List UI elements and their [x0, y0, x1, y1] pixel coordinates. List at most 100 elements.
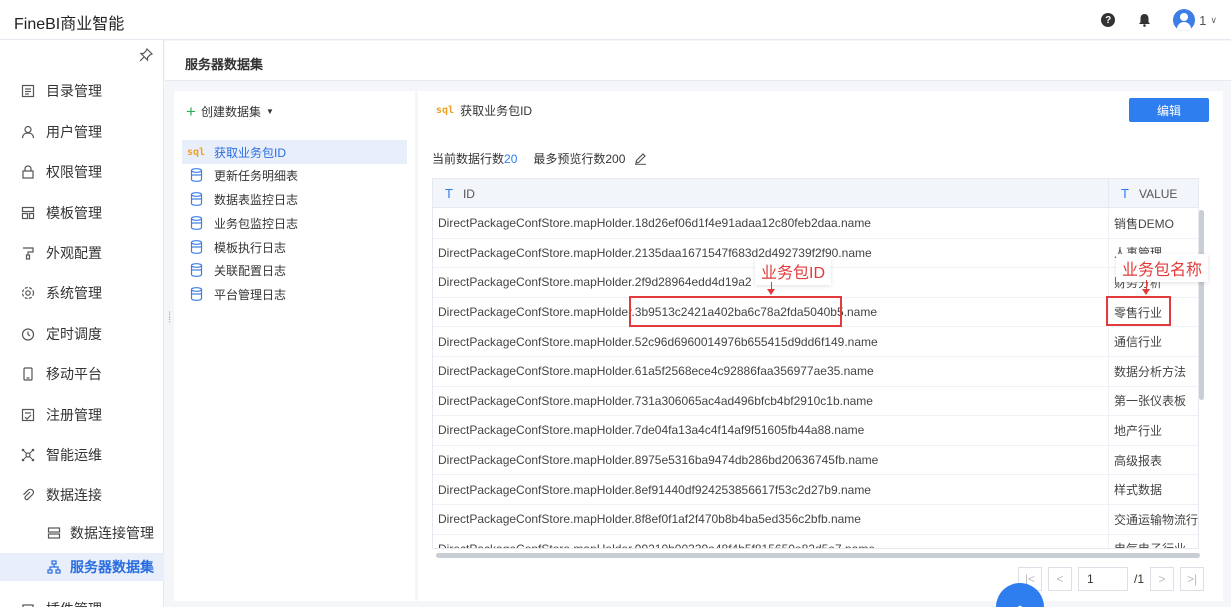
- cell-value: 通信行业: [1114, 335, 1163, 350]
- dataset-title-text: 获取业务包ID: [460, 104, 533, 118]
- create-dataset-button[interactable]: + 创建数据集 ▼: [186, 103, 274, 120]
- tree-item-label: 关联配置日志: [214, 263, 287, 278]
- create-dataset-label: 创建数据集: [200, 105, 261, 119]
- sidebar-item-server-dataset[interactable]: 服务器数据集: [0, 553, 164, 581]
- chevron-up-icon: ︿: [1011, 595, 1029, 607]
- tree-item[interactable]: 更新任务明细表: [182, 163, 407, 187]
- next-page-button[interactable]: >: [1150, 567, 1175, 591]
- preview-limit-label: 最多预览行数200: [533, 152, 626, 166]
- table-row: DirectPackageConfStore.mapHolder.8ef9144…: [433, 475, 1198, 505]
- sidebar-item-label: 数据连接管理: [70, 525, 154, 541]
- sidebar: 目录管理 用户管理 权限管理 模板管理 外观配置 系统管理 定时调度 移动平台 …: [0, 40, 164, 607]
- highlight-box-id: [629, 296, 842, 327]
- tree-item[interactable]: 模板执行日志: [182, 235, 407, 259]
- sidebar-item-register[interactable]: 注册管理: [0, 402, 164, 428]
- table-icon: [188, 263, 204, 277]
- table-row: DirectPackageConfStore.mapHolder.61a5f25…: [433, 356, 1198, 387]
- table-header: T ID T VALUE: [433, 179, 1198, 208]
- top-bar: FineBI商业智能 ? 1 ∨: [0, 0, 1231, 40]
- cell-id: DirectPackageConfStore.mapHolder.7de04fa…: [433, 416, 1109, 445]
- cell-id: DirectPackageConfStore.mapHolder.52c96d6…: [433, 327, 1109, 356]
- cell-value: 电气电子行业: [1109, 535, 1198, 548]
- appearance-icon: [20, 245, 36, 261]
- tree-item[interactable]: 平台管理日志: [182, 282, 407, 306]
- sidebar-item-mobile[interactable]: 移动平台: [0, 361, 164, 387]
- table-icon: [188, 216, 204, 230]
- pencil-icon[interactable]: [633, 152, 647, 166]
- sidebar-item-label: 系统管理: [46, 285, 102, 301]
- cell-id: DirectPackageConfStore.mapHolder.99210b0…: [433, 534, 1109, 548]
- text-type-icon: T: [445, 186, 453, 201]
- tree-item[interactable]: 业务包监控日志: [182, 211, 407, 235]
- tree-item-label: 平台管理日志: [214, 287, 287, 302]
- register-icon: [20, 407, 36, 423]
- column-header-label: VALUE: [1138, 186, 1178, 201]
- annotation-arrowhead-name: [1142, 289, 1150, 295]
- cell-id: DirectPackageConfStore.mapHolder.8f8ef0f…: [433, 504, 1109, 534]
- pagination: |< < /1 > >|: [1018, 567, 1205, 591]
- cell-value: 高级报表: [1114, 453, 1163, 468]
- gear-icon: [20, 285, 36, 301]
- column-header-label: ID: [462, 186, 475, 201]
- sidebar-item-users[interactable]: 用户管理: [0, 119, 164, 145]
- sql-icon: sql: [436, 105, 455, 116]
- sidebar-item-system[interactable]: 系统管理: [0, 280, 164, 306]
- table-row: DirectPackageConfStore.mapHolder.8f8ef0f…: [433, 504, 1198, 535]
- user-icon: [20, 124, 36, 140]
- prev-page-button[interactable]: <: [1048, 567, 1072, 591]
- sidebar-item-label: 模板管理: [46, 205, 102, 221]
- user-menu[interactable]: 1 ∨: [1173, 9, 1217, 31]
- sidebar-item-catalog[interactable]: 目录管理: [0, 78, 164, 104]
- sidebar-item-plugins[interactable]: 插件管理: [0, 596, 164, 607]
- table-row: DirectPackageConfStore.mapHolder.52c96d6…: [433, 327, 1198, 357]
- page-number-input[interactable]: [1078, 567, 1128, 591]
- cell-value: 样式数据: [1114, 483, 1163, 498]
- horizontal-scrollbar[interactable]: [436, 553, 1200, 558]
- last-page-button[interactable]: >|: [1180, 567, 1205, 591]
- sidebar-item-data-connection[interactable]: 数据连接: [0, 482, 164, 508]
- list-icon: [20, 83, 36, 99]
- sidebar-item-templates[interactable]: 模板管理: [0, 200, 164, 226]
- bell-icon[interactable]: [1137, 13, 1151, 27]
- table-row: DirectPackageConfStore.mapHolder.8975e53…: [433, 445, 1198, 476]
- sidebar-item-label: 外观配置: [46, 245, 102, 261]
- resize-handle[interactable]: ⁝ ⁝: [168, 311, 171, 326]
- page-header: 服务器数据集: [165, 41, 1231, 81]
- row-count-label: 当前数据行数: [432, 152, 505, 166]
- vertical-scrollbar[interactable]: [1199, 210, 1204, 400]
- sidebar-item-permissions[interactable]: 权限管理: [0, 159, 164, 185]
- tree-item[interactable]: sql 获取业务包ID: [182, 140, 407, 164]
- table-row: DirectPackageConfStore.mapHolder.7de04fa…: [433, 416, 1198, 446]
- server-icon: [46, 525, 62, 541]
- network-icon: [20, 447, 36, 463]
- sidebar-item-data-connection-manage[interactable]: 数据连接管理: [0, 519, 164, 547]
- cell-value: 销售DEMO: [1114, 216, 1175, 231]
- edit-button[interactable]: 编辑: [1129, 98, 1209, 122]
- help-icon[interactable]: ?: [1101, 13, 1116, 27]
- sidebar-item-label: 目录管理: [46, 83, 102, 99]
- mobile-icon: [20, 366, 36, 382]
- annotation-name-label: 业务包名称: [1116, 254, 1209, 282]
- sidebar-item-label: 权限管理: [46, 164, 102, 180]
- caret-down-icon: ▼: [265, 107, 274, 116]
- row-count: 20: [504, 151, 518, 166]
- cell-id: DirectPackageConfStore.mapHolder.18d26ef…: [433, 209, 1109, 238]
- sidebar-item-label: 服务器数据集: [70, 559, 154, 575]
- sidebar-item-appearance[interactable]: 外观配置: [0, 240, 164, 266]
- tree-item[interactable]: 数据表监控日志: [182, 187, 407, 211]
- lock-icon: [20, 164, 36, 180]
- user-number: 1: [1199, 12, 1207, 28]
- sidebar-item-ops[interactable]: 智能运维: [0, 442, 164, 468]
- tree-item[interactable]: 关联配置日志: [182, 258, 407, 282]
- page-total: /1: [1134, 572, 1145, 586]
- sidebar-item-schedule[interactable]: 定时调度: [0, 321, 164, 347]
- column-header-value[interactable]: T VALUE: [1109, 179, 1198, 208]
- column-header-id[interactable]: T ID: [433, 179, 1109, 208]
- pin-icon[interactable]: [139, 47, 154, 62]
- clock-icon: [20, 326, 36, 342]
- avatar: [1173, 9, 1196, 31]
- cell-id: DirectPackageConfStore.mapHolder.8975e53…: [433, 445, 1109, 475]
- tree-item-label: 获取业务包ID: [214, 145, 287, 160]
- text-type-icon: T: [1121, 186, 1129, 201]
- sidebar-item-label: 智能运维: [46, 447, 102, 463]
